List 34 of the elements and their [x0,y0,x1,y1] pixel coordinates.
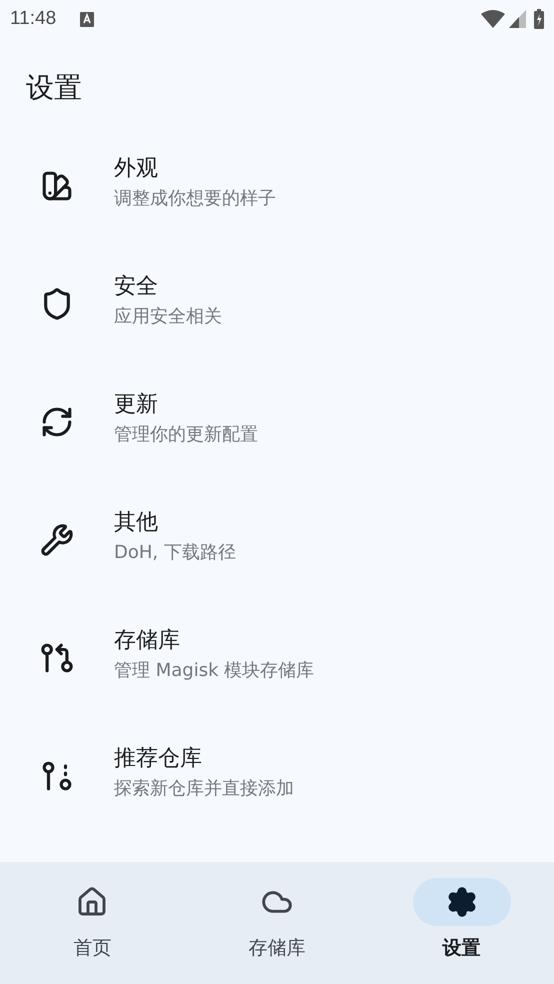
nav-tab[interactable]: 存储库 [184,862,370,984]
refresh-icon [40,405,74,439]
item-title: 更新 [114,391,159,419]
settings-item[interactable]: 其他 DoH, 下载路径 [0,481,554,599]
settings-item[interactable]: 推荐仓库 探索新仓库并直接添加 [0,717,554,835]
keyboard-notification-icon [80,12,94,26]
item-title: 推荐仓库 [114,745,203,773]
item-subtitle: 管理 Magisk 模块存储库 [114,659,314,683]
item-title: 存储库 [114,627,181,655]
settings-item[interactable]: 存储库 管理 Magisk 模块存储库 [0,599,554,717]
branch-dots-icon [40,759,74,793]
item-subtitle: 管理你的更新配置 [114,423,258,447]
signal-icon [509,10,526,28]
wrench-icon [40,523,74,557]
wifi-icon [481,10,505,28]
item-subtitle: DoH, 下载路径 [114,541,236,565]
home-icon [76,886,108,918]
settings-icon [446,886,478,918]
status-time: 11:48 [10,6,56,31]
item-subtitle: 应用安全相关 [114,305,222,329]
item-title: 外观 [114,155,159,183]
nav-tab[interactable]: 设置 [369,862,554,984]
nav-tab[interactable]: 首页 [0,862,185,984]
item-title: 其他 [114,509,159,537]
item-title: 安全 [114,273,159,301]
settings-item[interactable]: 更新 管理你的更新配置 [0,363,554,481]
branch-merge-icon [40,641,74,675]
settings-item[interactable]: 外观 调整成你想要的样子 [0,127,554,245]
swatch-icon [40,169,74,203]
battery-icon [534,9,544,29]
page-title: 设置 [25,70,83,106]
settings-item[interactable]: 安全 应用安全相关 [0,245,554,363]
item-subtitle: 探索新仓库并直接添加 [114,777,294,801]
item-subtitle: 调整成你想要的样子 [114,187,276,211]
